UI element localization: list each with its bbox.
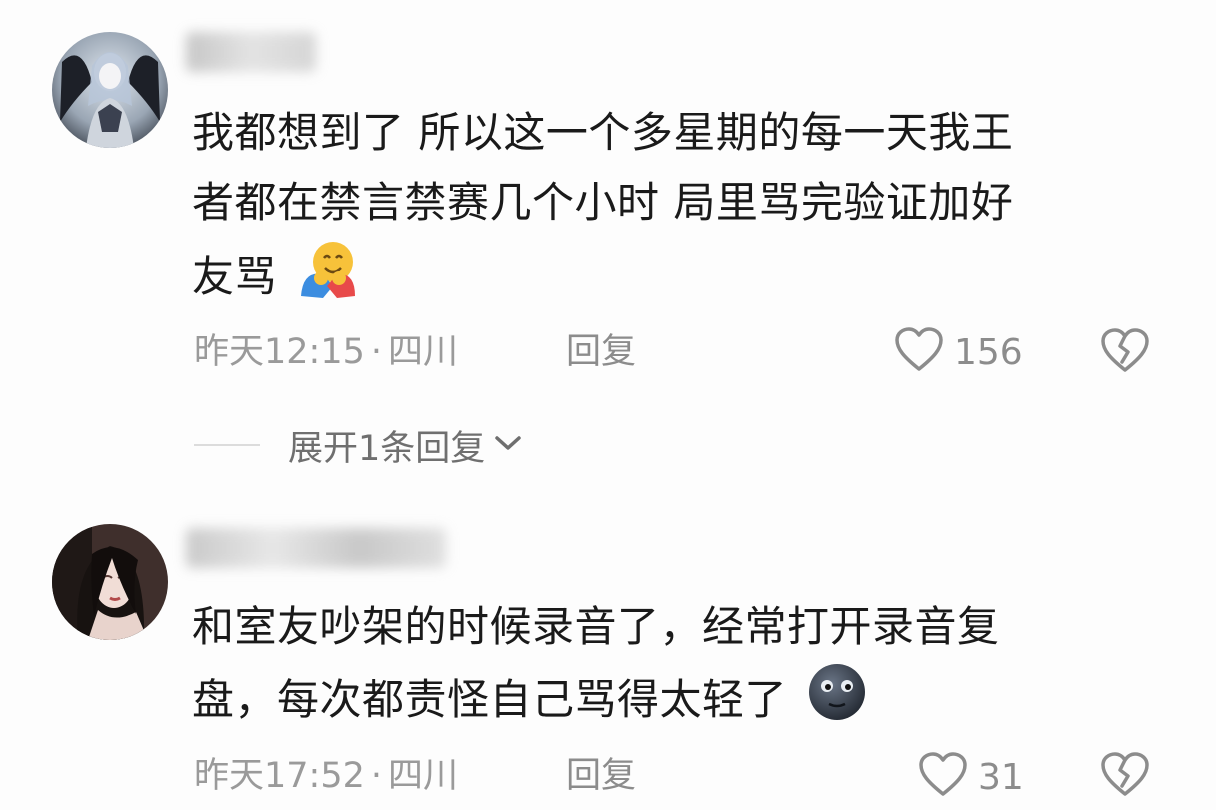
comment-text: 我都想到了 所以这一个多星期的每一天我王 者都在禁言禁赛几个小时 局里骂完验证加… [192,98,1152,321]
username-blurred[interactable] [186,32,316,72]
comment-text-line: 盘，每次都责怪自己骂得太轻了 [192,662,1152,743]
comment-text-line: 友骂 [192,238,1152,321]
comment-location: 四川 [388,756,459,796]
comment-item-1: 我都想到了 所以这一个多星期的每一天我王 者都在禁言禁赛几个小时 局里骂完验证加… [0,0,1216,480]
heart-icon [894,327,944,377]
comment-text: 和室友吵架的时候录音了，经常打开录音复 盘，每次都责怪自己骂得太轻了 [192,592,1152,743]
expand-replies-label: 展开1条回复 [288,428,486,469]
hugging-face-emoji [297,238,359,321]
comment-location: 四川 [388,332,459,372]
like-button[interactable]: 31 [918,752,1024,802]
comment-time: 昨天17:52 [194,756,365,796]
like-count: 156 [954,331,1023,373]
comment-text-line: 和室友吵架的时候录音了，经常打开录音复 [192,602,1000,651]
user-avatar[interactable] [52,32,168,148]
reply-button[interactable]: 回复 [566,330,636,374]
meta-separator: · [370,332,383,372]
user-avatar[interactable] [52,524,168,640]
new-moon-face-emoji [807,662,867,743]
divider-line [194,444,260,446]
broken-heart-icon[interactable] [1100,328,1150,376]
like-button[interactable]: 156 [894,327,1023,377]
comment-meta: 昨天17:52 · 四川 [194,754,458,798]
comment-text-line: 者都在禁言禁赛几个小时 局里骂完验证加好 [192,178,1014,227]
expand-replies-button[interactable]: 展开1条回复 [194,420,523,470]
heart-icon [918,752,968,802]
like-count: 31 [978,756,1024,798]
reply-button[interactable]: 回复 [566,754,636,798]
comment-time: 昨天12:15 [194,332,365,372]
comment-text-line: 我都想到了 所以这一个多星期的每一天我王 [192,108,1014,157]
comment-meta: 昨天12:15 · 四川 [194,330,458,374]
chevron-down-icon [493,433,523,457]
comment-item-2: 和室友吵架的时候录音了，经常打开录音复 盘，每次都责怪自己骂得太轻了 昨天17:… [0,480,1216,810]
broken-heart-icon[interactable] [1100,752,1150,800]
username-blurred[interactable] [186,528,446,568]
meta-separator: · [370,756,383,796]
